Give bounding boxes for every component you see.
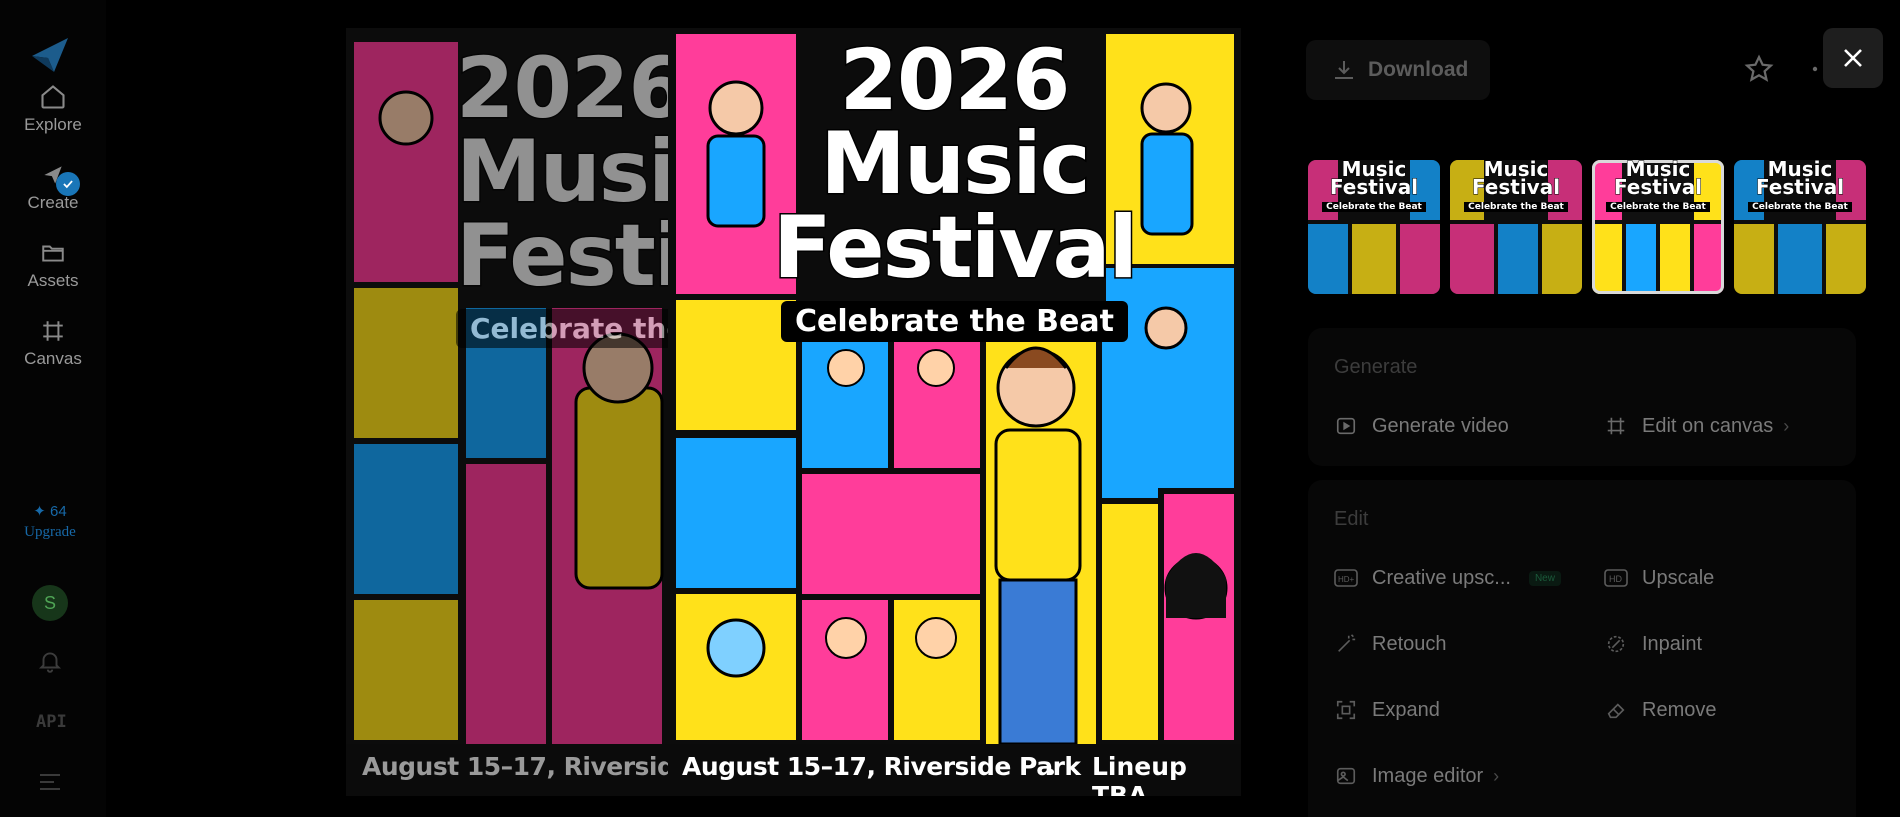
- edit-on-canvas-button[interactable]: Edit on canvas ›: [1604, 414, 1789, 438]
- chevron-right-icon: ›: [1783, 415, 1790, 436]
- avatar[interactable]: S: [32, 585, 68, 621]
- thumbnail-caption: Music Festival Celebrate the Beat: [1450, 160, 1582, 213]
- retouch-label: Retouch: [1372, 632, 1447, 655]
- nav-explore[interactable]: Explore: [0, 82, 106, 135]
- download-button[interactable]: Download: [1306, 40, 1490, 100]
- left-sidebar: Explore Create Assets Canvas ✦ 64 Upgrad…: [0, 0, 106, 817]
- variation-thumbnails: Music Festival Celebrate the Beat Music Fes…: [1308, 160, 1868, 296]
- remove-button[interactable]: Remove: [1604, 698, 1716, 722]
- edit-section: Edit HD+ Creative upsc... New HD Upscale…: [1308, 480, 1856, 817]
- check-badge-icon: [56, 172, 80, 196]
- nav-create-label: Create: [27, 193, 79, 212]
- inpaint-icon: [1604, 632, 1628, 656]
- previous-image-overlay: [346, 28, 668, 796]
- create-icon: [38, 160, 80, 196]
- image-preview[interactable]: 2026 Music Festival Celebrate the Beat 2…: [346, 28, 1241, 796]
- app-logo-icon[interactable]: [30, 36, 70, 74]
- expand-icon: [1334, 698, 1358, 722]
- thumbnail-1[interactable]: Music Festival Celebrate the Beat: [1308, 160, 1440, 294]
- nav-create[interactable]: Create: [0, 160, 106, 213]
- thumbnail-caption: Music Festival Celebrate the Beat: [1592, 160, 1724, 213]
- hd-plus-icon: HD+: [1334, 566, 1358, 590]
- upscale-button[interactable]: HD Upscale: [1604, 566, 1714, 590]
- home-icon: [38, 82, 68, 112]
- credits-count: ✦ 64: [33, 503, 67, 520]
- creative-upscale-label: Creative upsc...: [1372, 566, 1511, 589]
- close-icon: [1844, 49, 1862, 67]
- nav-explore-label: Explore: [24, 115, 82, 134]
- nav-assets[interactable]: Assets: [0, 238, 106, 291]
- play-icon: [1334, 414, 1358, 438]
- menu-icon[interactable]: [38, 772, 62, 792]
- svg-text:HD+: HD+: [1338, 575, 1355, 584]
- generate-video-button[interactable]: Generate video: [1334, 414, 1509, 438]
- inpaint-label: Inpaint: [1642, 632, 1703, 655]
- image-editor-icon: [1334, 764, 1358, 788]
- expand-button[interactable]: Expand: [1334, 698, 1440, 722]
- thumbnail-2[interactable]: Music Festival Celebrate the Beat: [1450, 160, 1582, 294]
- ghost-date-line: August 15–17, Riverside Park: [362, 752, 668, 781]
- new-badge: New: [1528, 570, 1561, 586]
- eraser-icon: [1604, 698, 1628, 722]
- nav-assets-label: Assets: [27, 271, 79, 290]
- thumbnail-caption: Music Festival Celebrate the Beat: [1734, 160, 1866, 213]
- more-options-icon[interactable]: [1812, 66, 1820, 72]
- thumbnail-3-selected[interactable]: Music Festival Celebrate the Beat: [1592, 160, 1724, 294]
- thumbnail-4[interactable]: Music Festival Celebrate the Beat: [1734, 160, 1866, 294]
- folder-icon: [38, 238, 68, 268]
- image-editor-label: Image editor: [1372, 764, 1484, 787]
- download-icon: [1335, 61, 1353, 79]
- bell-icon[interactable]: [37, 648, 63, 674]
- credits-widget[interactable]: ✦ 64 Upgrade: [0, 502, 100, 541]
- poster-lineup: Lineup TBA: [1092, 752, 1187, 796]
- star-icon[interactable]: [1744, 54, 1774, 84]
- remove-label: Remove: [1642, 698, 1717, 721]
- close-button[interactable]: [1823, 28, 1883, 88]
- poster-separator: [1048, 769, 1054, 775]
- thumbnail-caption: Music Festival Celebrate the Beat: [1308, 160, 1440, 213]
- edit-on-canvas-label: Edit on canvas: [1642, 414, 1774, 437]
- magic-wand-icon: [1334, 632, 1358, 656]
- canvas-icon: [1604, 414, 1628, 438]
- generate-title: Generate: [1334, 356, 1418, 378]
- hd-icon: HD: [1604, 566, 1628, 590]
- expand-label: Expand: [1372, 698, 1440, 721]
- canvas-icon: [38, 316, 68, 346]
- upscale-label: Upscale: [1642, 566, 1715, 589]
- upgrade-link[interactable]: Upgrade: [0, 524, 100, 541]
- inpaint-button[interactable]: Inpaint: [1604, 632, 1702, 656]
- nav-canvas[interactable]: Canvas: [0, 316, 106, 369]
- edit-title: Edit: [1334, 508, 1369, 530]
- generate-section: Generate Generate video Edit on canvas ›: [1308, 328, 1856, 466]
- nav-canvas-label: Canvas: [24, 349, 82, 368]
- generate-video-label: Generate video: [1372, 414, 1509, 437]
- creative-upscale-button[interactable]: HD+ Creative upsc... New: [1334, 566, 1561, 590]
- retouch-button[interactable]: Retouch: [1334, 632, 1447, 656]
- poster-date-line: August 15–17, Riverside Park: [682, 752, 1081, 781]
- api-link[interactable]: API: [36, 712, 67, 732]
- image-editor-button[interactable]: Image editor ›: [1334, 764, 1499, 788]
- download-label: Download: [1368, 58, 1469, 81]
- chevron-right-icon: ›: [1493, 765, 1500, 786]
- svg-text:HD: HD: [1609, 574, 1622, 584]
